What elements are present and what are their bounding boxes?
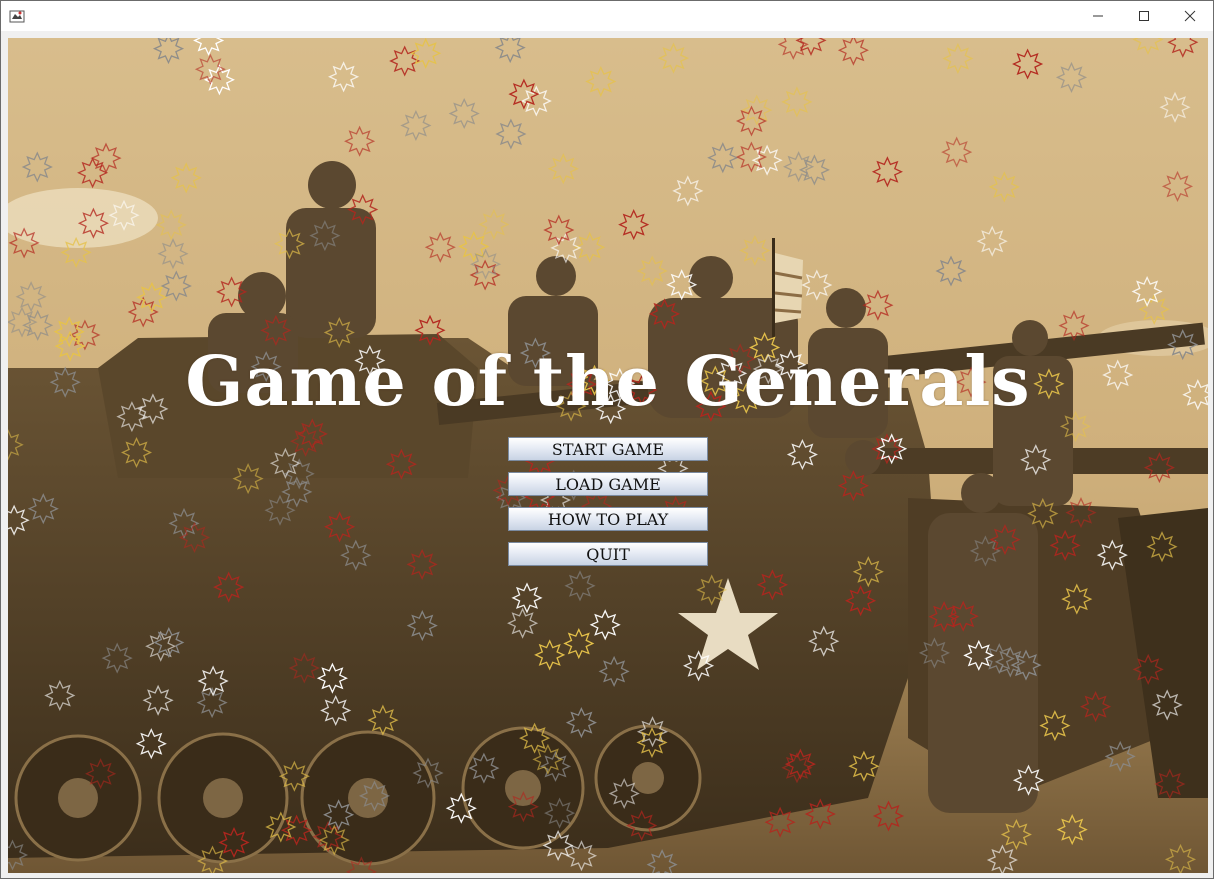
main-menu: START GAME LOAD GAME HOW TO PLAY QUIT	[508, 437, 708, 577]
game-window: Game of the Generals START GAME LOAD GAM…	[0, 0, 1214, 879]
maximize-icon	[1139, 11, 1149, 21]
java-app-icon	[9, 10, 25, 23]
close-icon	[1184, 10, 1196, 22]
game-title: Game of the Generals	[185, 342, 1031, 422]
how-to-play-button[interactable]: HOW TO PLAY	[508, 507, 708, 531]
load-game-button[interactable]: LOAD GAME	[508, 472, 708, 496]
minimize-button[interactable]	[1075, 1, 1121, 31]
game-canvas[interactable]: Game of the Generals START GAME LOAD GAM…	[8, 38, 1208, 873]
maximize-button[interactable]	[1121, 1, 1167, 31]
start-game-button[interactable]: START GAME	[508, 437, 708, 461]
title-bar[interactable]	[1, 1, 1213, 31]
quit-button[interactable]: QUIT	[508, 542, 708, 566]
minimize-icon	[1093, 15, 1103, 17]
close-button[interactable]	[1167, 1, 1213, 31]
